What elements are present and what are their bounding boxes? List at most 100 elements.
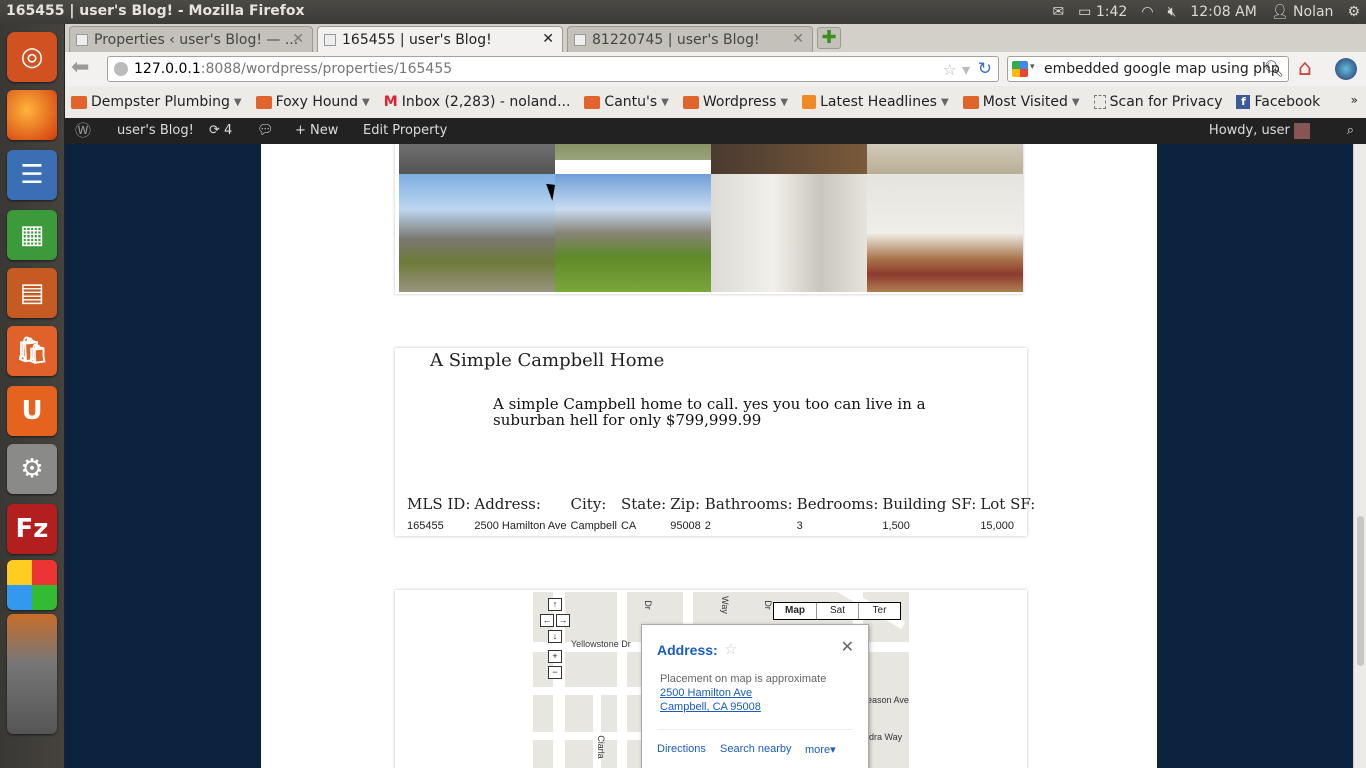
address-line-1-link[interactable]: 2500 Hamilton Ave: [660, 687, 752, 699]
close-icon[interactable]: ✕: [841, 637, 854, 657]
bookmark-star-icon[interactable]: ☆ ▾: [943, 60, 970, 79]
map-type-terrain[interactable]: Ter: [858, 603, 900, 619]
directions-link[interactable]: Directions: [657, 743, 706, 755]
zoom-in-button[interactable]: +: [548, 650, 562, 663]
filezilla-icon[interactable]: Fz: [7, 504, 57, 554]
site-identity-icon[interactable]: [114, 62, 128, 76]
zoom-out-button[interactable]: −: [548, 666, 562, 679]
mail-icon[interactable]: ✉: [1052, 4, 1064, 20]
address-line-2-link[interactable]: Campbell, CA 95008: [660, 701, 761, 713]
page-viewport[interactable]: A Simple Campbell Home A simple Campbell…: [65, 144, 1353, 768]
updates-link[interactable]: ⟳ 4: [199, 118, 242, 144]
scrollbar-thumb[interactable]: [1357, 516, 1364, 666]
system-top-bar: 165455 | user's Blog! - Mozilla Firefox …: [0, 0, 1366, 24]
wifi-icon[interactable]: ◠: [1141, 4, 1153, 20]
engine-dropdown-icon[interactable]: ▾: [1030, 62, 1035, 72]
gallery-photo-house-side[interactable]: [555, 174, 711, 292]
pan-up-button[interactable]: ↑: [548, 598, 562, 611]
calc-icon[interactable]: ▦: [7, 210, 57, 260]
spec-header: Address:: [474, 495, 541, 513]
map-road: [533, 732, 643, 740]
stacked-launcher-icons[interactable]: [7, 614, 57, 734]
specs-value-row: 165455 2500 Hamilton Ave Campbell CA 95008 2 3…: [407, 514, 1039, 532]
tab-properties[interactable]: Properties ‹ user's Blog! — ... ✕: [69, 26, 313, 52]
pan-down-button[interactable]: ↓: [548, 630, 562, 643]
bookmark-facebook[interactable]: f Facebook: [1236, 94, 1320, 110]
map-type-control: Map Sat Ter: [773, 602, 901, 620]
bookmark-most-visited[interactable]: Most Visited ▼: [962, 94, 1080, 110]
wordpress-logo-icon[interactable]: Ⓦ: [65, 118, 107, 144]
page-scrollbar[interactable]: [1353, 144, 1366, 768]
system-settings-icon[interactable]: ⚙: [7, 444, 57, 494]
google-map[interactable]: Yellowstone Dr Dr Way Dr eason Ave dra W…: [533, 592, 909, 768]
url-bar[interactable]: 127.0.0.1:8088/wordpress/properties/1654…: [107, 56, 999, 82]
bookmarks-toolbar: Dempster Plumbing ▼ Foxy Hound ▼ M Inbox (2…: [65, 86, 1366, 118]
window-title: 165455 | user's Blog! - Mozilla Firefox: [6, 3, 305, 19]
reload-icon[interactable]: ↻: [978, 59, 992, 79]
google-engine-icon[interactable]: [1012, 61, 1028, 77]
bookmark-scan-for-privacy[interactable]: Scan for Privacy: [1093, 94, 1223, 110]
gallery-photo[interactable]: [555, 144, 711, 160]
globe-addon-icon[interactable]: [1335, 58, 1357, 80]
tab-81220745[interactable]: 81220745 | user's Blog! ✕: [567, 26, 813, 52]
star-icon[interactable]: ☆: [724, 640, 737, 658]
folder-icon: [71, 95, 87, 109]
battery-indicator[interactable]: ▭ 1:42: [1078, 4, 1127, 20]
bookmark-dempster-plumbing[interactable]: Dempster Plumbing ▼: [71, 94, 242, 110]
chevron-overflow-icon[interactable]: »: [1351, 93, 1358, 107]
user-menu[interactable]: 👤︎ Nolan: [1271, 4, 1334, 20]
writer-icon[interactable]: ☰: [7, 150, 57, 200]
comments-link[interactable]: 💬︎: [247, 118, 284, 144]
map-type-map[interactable]: Map: [774, 603, 816, 619]
settings-gear-icon[interactable]: ⚙: [1347, 4, 1360, 20]
more-link[interactable]: more▾: [805, 743, 836, 756]
map-info-window: Address: ☆ ✕ Placement on map is approxi…: [641, 624, 869, 768]
bookmark-cantus[interactable]: Cantu's ▼: [584, 94, 669, 110]
chevron-down-icon: ▼: [362, 96, 370, 108]
search-icon[interactable]: 🔍︎: [1264, 59, 1284, 78]
ubuntu-one-icon[interactable]: U: [7, 386, 57, 436]
search-input-value: embedded google map using php: [1044, 61, 1280, 77]
url-path: :8088/wordpress/properties/165455: [200, 61, 453, 77]
page-icon: [1093, 95, 1106, 109]
close-tab-icon[interactable]: ✕: [542, 31, 554, 47]
admin-search-icon[interactable]: ⌕: [1337, 118, 1364, 144]
impress-icon[interactable]: ▤: [7, 268, 57, 318]
tab-165455[interactable]: 165455 | user's Blog! ✕: [317, 26, 563, 52]
map-type-satellite[interactable]: Sat: [816, 603, 858, 619]
pan-right-button[interactable]: →: [556, 614, 570, 627]
new-content-link[interactable]: + New: [285, 118, 348, 144]
site-name-link[interactable]: user's Blog!: [107, 118, 204, 144]
spec-value: 3: [796, 520, 803, 532]
search-nearby-link[interactable]: Search nearby: [720, 743, 792, 755]
search-bar[interactable]: ▾ embedded google map using php 🔍︎: [1007, 56, 1289, 82]
gallery-photo-living-room[interactable]: [867, 174, 1023, 292]
gallery-photo[interactable]: [399, 144, 555, 174]
home-icon[interactable]: ⌂: [1298, 56, 1312, 81]
pan-left-button[interactable]: ←: [540, 614, 554, 627]
my-account-menu[interactable]: Howdy, user: [1199, 118, 1320, 144]
battery-icon: ▭: [1078, 4, 1092, 20]
bookmark-inbox[interactable]: M Inbox (2,283) - noland...: [384, 94, 571, 110]
bookmark-label: Scan for Privacy: [1109, 94, 1223, 110]
firefox-icon[interactable]: [7, 90, 57, 140]
dash-home-icon[interactable]: ◎: [7, 32, 57, 82]
gallery-photo-backyard[interactable]: [399, 174, 555, 292]
back-button[interactable]: ⬅: [71, 57, 101, 81]
clock[interactable]: 12:08 AM: [1190, 4, 1256, 20]
bookmark-latest-headlines[interactable]: Latest Headlines ▼: [802, 94, 949, 110]
bookmark-foxy-hound[interactable]: Foxy Hound ▼: [255, 94, 370, 110]
picasa-icon[interactable]: [7, 560, 57, 610]
bookmark-wordpress[interactable]: Wordpress ▼: [682, 94, 788, 110]
close-tab-icon[interactable]: ✕: [792, 31, 804, 47]
software-center-icon[interactable]: 🛍︎: [7, 326, 57, 376]
new-tab-button[interactable]: ✚: [817, 27, 841, 49]
volume-icon[interactable]: 🔇︎: [1168, 4, 1177, 20]
chevron-down-icon: ▼: [661, 96, 669, 108]
edit-property-link[interactable]: Edit Property: [353, 118, 457, 144]
gallery-photo[interactable]: [711, 144, 867, 174]
close-tab-icon[interactable]: ✕: [292, 31, 304, 47]
new-label: New: [310, 123, 339, 138]
gallery-photo-bathroom[interactable]: [711, 174, 867, 292]
gallery-photo[interactable]: [867, 144, 1023, 174]
